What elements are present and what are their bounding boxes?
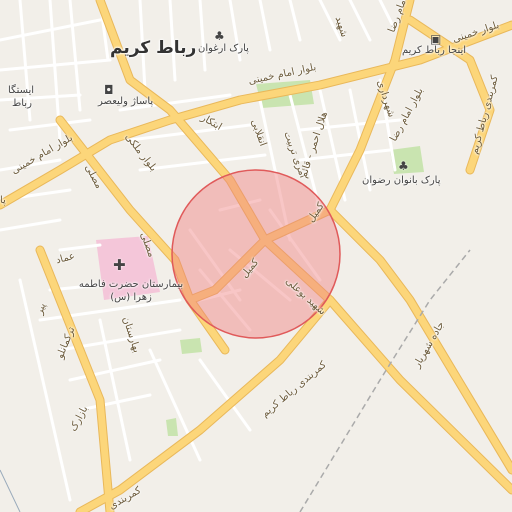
tree-icon: ♣ — [214, 29, 225, 43]
poi-hospital[interactable]: بیمارستان حضرت فاطمه زهرا (س) — [76, 278, 186, 304]
poi-park-banoan[interactable]: پارک بانوان رضوان — [362, 176, 440, 186]
city-label: رباط کریم — [110, 38, 197, 58]
poi-bus-station[interactable]: اینجا رباط کریم — [402, 46, 466, 56]
hospital-cross-icon: ✚ — [113, 256, 126, 274]
bus-icon: ▣ — [430, 32, 442, 46]
poi-station-edge2: رباط — [12, 98, 32, 109]
shopping-bag-icon: ◘ — [104, 83, 114, 97]
park-area-south — [180, 338, 202, 354]
poi-bazaar[interactable]: پاساژ ولیعصر — [98, 97, 153, 107]
boundary-line — [0, 469, 21, 512]
poi-station-edge: ایستگا — [8, 85, 35, 96]
map-view[interactable]: رباط کریم ♣ پارک ارغوان ▣ اینجا رباط کری… — [0, 0, 512, 512]
tree-icon: ♣ — [398, 159, 409, 173]
park-area-south2 — [166, 418, 178, 436]
poi-park-arghavan[interactable]: پارک ارغوان — [198, 44, 249, 54]
street-pa: پا — [0, 195, 6, 206]
